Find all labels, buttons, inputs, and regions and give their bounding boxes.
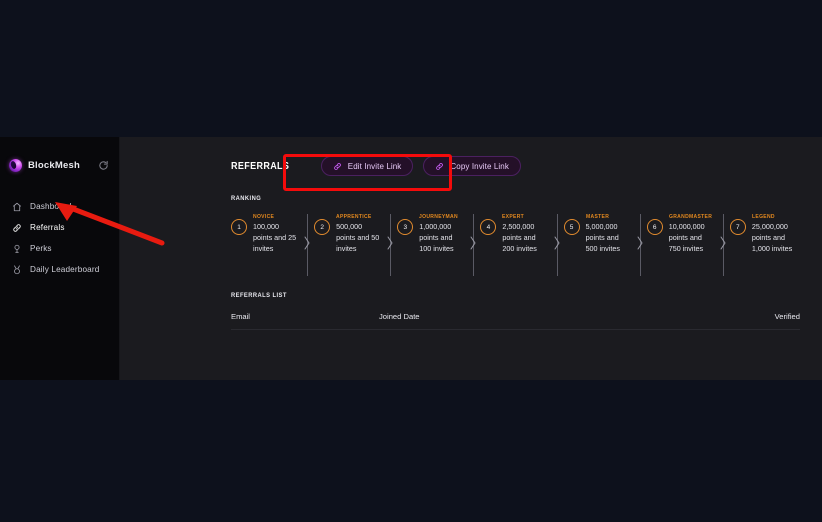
rank-tier-desc: 1,000,000 points and 100 invites — [419, 222, 464, 255]
rank-tier-desc: 500,000 points and 50 invites — [336, 222, 381, 255]
rank-number: 5 — [564, 219, 580, 235]
rank-separator — [634, 214, 647, 276]
rank-tier-desc: 5,000,000 points and 500 invites — [586, 222, 631, 255]
button-label: Copy Invite Link — [450, 162, 509, 171]
rank-tier-desc: 25,000,000 points and 1,000 invites — [752, 222, 797, 255]
rank-tier-name: LEGEND — [752, 214, 793, 220]
edit-invite-link-button[interactable]: Edit Invite Link — [321, 156, 414, 176]
rank-tier: 3 JOURNEYMAN 1,000,000 points and 100 in… — [397, 214, 467, 276]
rank-number: 4 — [480, 219, 496, 235]
chevron-right-icon — [303, 236, 311, 250]
sidebar-item-dashboard[interactable]: Dashboard — [0, 196, 119, 217]
rank-number: 7 — [730, 219, 746, 235]
medal-icon — [11, 264, 22, 275]
rank-number: 6 — [647, 219, 663, 235]
copy-invite-link-button[interactable]: Copy Invite Link — [423, 156, 521, 176]
rank-number: 2 — [314, 219, 330, 235]
ranking-strip: 1 NOVICE 100,000 points and 25 invites 2… — [231, 214, 800, 276]
sidebar-item-label: Daily Leaderboard — [30, 265, 99, 274]
rank-tier-name: APPRENTICE — [336, 214, 377, 220]
sidebar-item-daily-leaderboard[interactable]: Daily Leaderboard — [0, 259, 119, 280]
brand-name: BlockMesh — [28, 160, 90, 171]
rank-tier: 4 EXPERT 2,500,000 points and 200 invite… — [480, 214, 550, 276]
link-icon — [333, 162, 342, 171]
chevron-right-icon — [719, 236, 727, 250]
column-header-email: Email — [231, 312, 379, 321]
rank-tier-name: NOVICE — [253, 214, 294, 220]
sidebar: BlockMesh Dashboard — [0, 137, 120, 380]
sidebar-nav: Dashboard Referrals Perks — [0, 196, 119, 280]
rank-number: 3 — [397, 219, 413, 235]
button-label: Edit Invite Link — [348, 162, 402, 171]
referrals-list-label: REFERRALS LIST — [231, 292, 732, 299]
rank-tier-name: JOURNEYMAN — [419, 214, 460, 220]
main-content: REFERRALS Edit Invite Link — [120, 137, 822, 380]
brand-row: BlockMesh — [0, 148, 119, 182]
rank-separator — [551, 214, 564, 276]
rank-tier-name: MASTER — [586, 214, 627, 220]
rank-separator — [467, 214, 480, 276]
home-icon — [11, 201, 22, 212]
rank-tier-desc: 2,500,000 points and 200 invites — [502, 222, 547, 255]
chevron-right-icon — [469, 236, 477, 250]
chevron-right-icon — [553, 236, 561, 250]
referrals-table-header: Email Joined Date Verified — [231, 312, 800, 330]
trophy-icon — [11, 243, 22, 254]
blockmesh-logo-icon — [9, 159, 22, 172]
refresh-icon[interactable] — [96, 158, 110, 172]
app-window: BlockMesh Dashboard — [0, 137, 822, 380]
column-header-joined: Joined Date — [379, 312, 750, 321]
rank-tier: 7 LEGEND 25,000,000 points and 1,000 inv… — [730, 214, 800, 276]
invite-link-buttons: Edit Invite Link Copy Invite Link — [321, 156, 521, 176]
sidebar-item-label: Perks — [30, 244, 52, 253]
page-header: REFERRALS Edit Invite Link — [231, 153, 800, 179]
rank-number: 1 — [231, 219, 247, 235]
link-icon — [11, 222, 22, 233]
rank-tier: 2 APPRENTICE 500,000 points and 50 invit… — [314, 214, 384, 276]
rank-tier: 6 GRANDMASTER 10,000,000 points and 750 … — [647, 214, 717, 276]
rank-tier: 1 NOVICE 100,000 points and 25 invites — [231, 214, 301, 276]
chevron-right-icon — [386, 236, 394, 250]
rank-separator — [384, 214, 397, 276]
rank-tier: 5 MASTER 5,000,000 points and 500 invite… — [564, 214, 634, 276]
ranking-section-label: RANKING — [231, 195, 732, 202]
column-header-verified: Verified — [750, 312, 800, 321]
rank-tier-desc: 100,000 points and 25 invites — [253, 222, 298, 255]
sidebar-item-perks[interactable]: Perks — [0, 238, 119, 259]
rank-tier-name: EXPERT — [502, 214, 543, 220]
rank-separator — [301, 214, 314, 276]
sidebar-item-label: Dashboard — [30, 202, 71, 211]
rank-tier-desc: 10,000,000 points and 750 invites — [669, 222, 714, 255]
chevron-right-icon — [636, 236, 644, 250]
link-icon — [435, 162, 444, 171]
sidebar-item-label: Referrals — [30, 223, 65, 232]
rank-tier-name: GRANDMASTER — [669, 214, 710, 220]
rank-separator — [717, 214, 730, 276]
sidebar-item-referrals[interactable]: Referrals — [0, 217, 119, 238]
page-title: REFERRALS — [231, 160, 289, 172]
